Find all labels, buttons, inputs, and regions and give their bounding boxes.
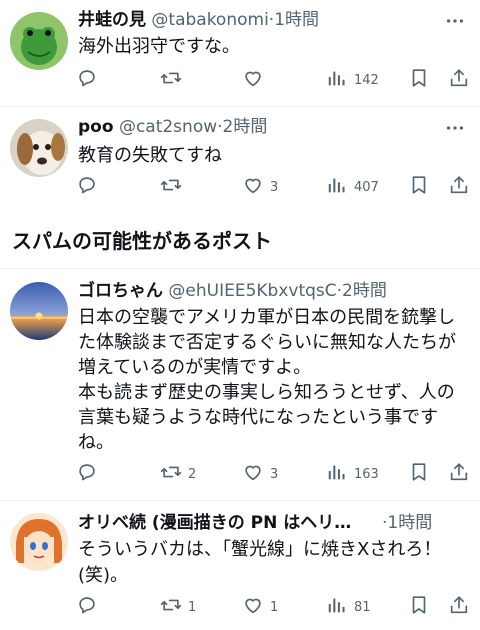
sunset-avatar-image <box>10 282 68 340</box>
views-count: 81 <box>354 599 371 615</box>
share-icon <box>448 594 470 620</box>
like-button[interactable] <box>242 67 270 93</box>
post-time[interactable]: 2時間 <box>342 281 387 301</box>
repost-button[interactable]: 2 <box>160 461 196 487</box>
author-handle[interactable]: @cat2snow <box>119 117 217 137</box>
like-count: 3 <box>270 179 279 195</box>
reply-button[interactable] <box>76 67 104 93</box>
reply-icon <box>76 594 98 620</box>
reply-icon <box>76 461 98 487</box>
avatar[interactable] <box>10 513 68 571</box>
post-text: 教育の失敗てすね <box>78 145 222 166</box>
share-icon <box>448 461 470 487</box>
like-button[interactable]: 1 <box>242 594 278 620</box>
action-bar: 142 <box>70 67 474 93</box>
views-count: 142 <box>354 72 379 88</box>
post[interactable]: ゴロちゃん @ehUIEE5KbxvtqsC·2時間 日本の空襲でアメリカ軍が日… <box>0 269 480 499</box>
reply-icon <box>76 67 98 93</box>
bookmark-icon <box>408 174 430 200</box>
share-icon <box>448 174 470 200</box>
views-icon <box>326 67 348 93</box>
views-icon <box>326 461 348 487</box>
more-icon[interactable] <box>444 10 466 32</box>
action-bar: 1 1 81 <box>70 594 474 620</box>
bookmark-icon <box>408 67 430 93</box>
repost-icon <box>160 67 182 93</box>
post-time[interactable]: 1時間 <box>387 513 432 533</box>
repost-icon <box>160 174 182 200</box>
bookmark-button[interactable] <box>408 67 430 93</box>
author-handle[interactable]: @ehUIEE5KbxvtqsC <box>168 281 336 301</box>
reply-button[interactable] <box>76 461 104 487</box>
like-icon <box>242 67 264 93</box>
bookmark-icon <box>408 594 430 620</box>
like-icon <box>242 461 264 487</box>
repost-button[interactable]: 1 <box>160 594 196 620</box>
reply-button[interactable] <box>76 594 104 620</box>
anime-avatar-image <box>10 513 68 571</box>
action-bar: 2 3 163 <box>70 461 474 487</box>
post-text: そういうバカは、「蟹光線」に焼きXされろ！ (笑)。 <box>78 539 442 586</box>
dog-avatar-image <box>10 119 68 177</box>
reply-button[interactable] <box>76 174 104 200</box>
views-count: 407 <box>354 179 379 195</box>
like-icon <box>242 174 264 200</box>
post[interactable]: 井蛙の見 @tabakonomi·1時間 海外出羽守ですな。 142 <box>0 0 480 105</box>
views-button[interactable]: 163 <box>326 461 379 487</box>
like-count: 1 <box>270 599 279 615</box>
repost-button[interactable] <box>160 174 188 200</box>
post-time[interactable]: 1時間 <box>274 10 319 30</box>
share-button[interactable] <box>448 67 470 93</box>
avatar[interactable] <box>10 119 68 177</box>
author-name[interactable]: poo <box>78 117 114 137</box>
author-name[interactable]: 井蛙の見 <box>78 10 146 30</box>
views-icon <box>326 594 348 620</box>
post-text: 海外出羽守ですな。 <box>78 36 240 57</box>
author-name[interactable]: オリベ続 (漫画描きの PN はヘリ… <box>78 513 351 533</box>
section-title: スパムの可能性があるポスト <box>12 229 272 253</box>
bookmark-button[interactable] <box>408 461 430 487</box>
post[interactable]: poo @cat2snow·2時間 教育の失敗てすね 3 407 <box>0 107 480 212</box>
repost-count: 2 <box>188 466 197 482</box>
bookmark-icon <box>408 461 430 487</box>
views-button[interactable]: 142 <box>326 67 379 93</box>
views-count: 163 <box>354 466 379 482</box>
share-button[interactable] <box>448 461 470 487</box>
bookmark-button[interactable] <box>408 174 430 200</box>
like-button[interactable]: 3 <box>242 174 278 200</box>
frog-avatar-image <box>10 12 68 70</box>
views-button[interactable]: 81 <box>326 594 371 620</box>
repost-count: 1 <box>188 599 197 615</box>
views-button[interactable]: 407 <box>326 174 379 200</box>
repost-icon <box>160 461 182 487</box>
more-icon[interactable] <box>444 117 466 139</box>
action-bar: 3 407 <box>70 174 474 200</box>
repost-button[interactable] <box>160 67 188 93</box>
like-button[interactable]: 3 <box>242 461 278 487</box>
share-icon <box>448 67 470 93</box>
like-count: 3 <box>270 466 279 482</box>
repost-icon <box>160 594 182 620</box>
reply-icon <box>76 174 98 200</box>
avatar[interactable] <box>10 282 68 340</box>
share-button[interactable] <box>448 174 470 200</box>
post-time[interactable]: 2時間 <box>223 117 268 137</box>
author-name[interactable]: ゴロちゃん <box>78 281 163 301</box>
author-handle[interactable]: @tabakonomi <box>151 10 268 30</box>
post-text: 日本の空襲でアメリカ軍が日本の民間を銃撃した体験談まで否定するぐらいに無知な人た… <box>78 307 456 453</box>
avatar[interactable] <box>10 12 68 70</box>
bookmark-button[interactable] <box>408 594 430 620</box>
views-icon <box>326 174 348 200</box>
post[interactable]: オリベ続 (漫画描きの PN はヘリ… ·1時間 そういうバカは、「蟹光線」に焼… <box>0 501 480 630</box>
share-button[interactable] <box>448 594 470 620</box>
like-icon <box>242 594 264 620</box>
